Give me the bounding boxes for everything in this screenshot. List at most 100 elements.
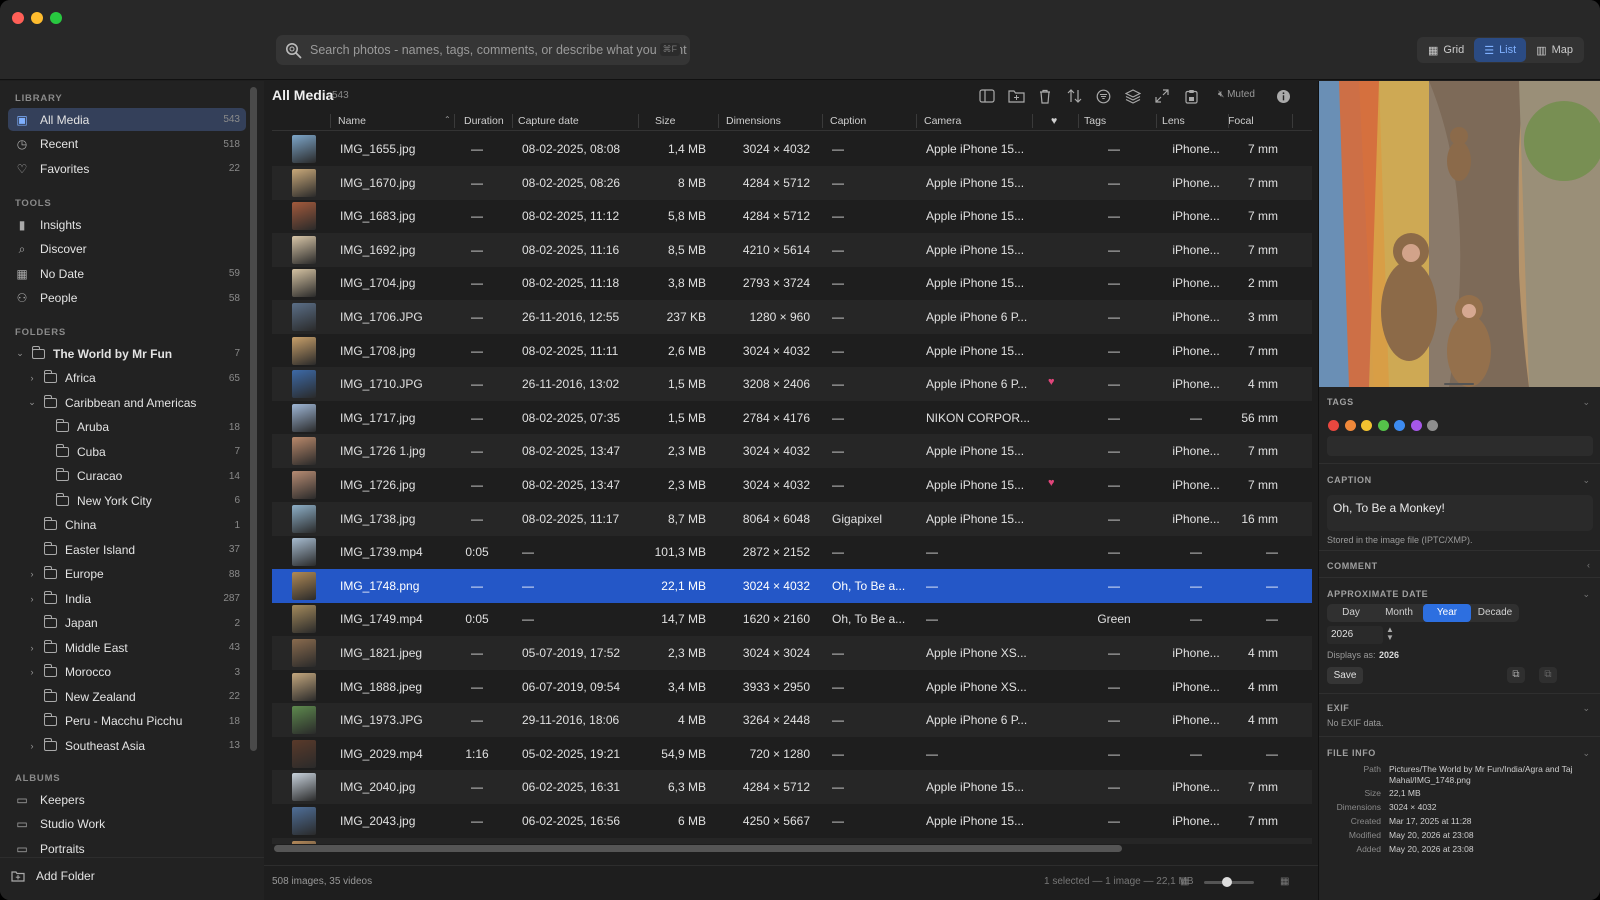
table-row[interactable]: IMG_1655.jpg — 08-02-2025, 08:08 1,4 MB 3024… [272,132,1312,166]
folder-item-middle-east[interactable]: › Middle East 43 [8,636,246,659]
sidebar-item-portraits[interactable]: ▭ Portraits [8,837,246,860]
table-row[interactable]: IMG_1749.mp4 0:05 — 14,7 MB 1620 × 2160 Oh, T… [272,602,1312,636]
add-folder-button[interactable]: Add Folder [4,864,242,887]
filter-icon[interactable] [1094,87,1112,105]
table-row[interactable]: IMG_2040.jpg — 06-02-2025, 16:31 6,3 MB 4284… [272,770,1312,805]
search-field[interactable]: Search photos - names, tags, comments, o… [276,35,690,65]
list-density-icon[interactable]: ▦ [1180,876,1189,887]
copy-date-icon[interactable]: ⧉ [1507,667,1525,683]
tag-color-swatch[interactable] [1410,420,1422,431]
sidebar-item-no-date[interactable]: ▦ No Date 59 [8,262,246,285]
tag-color-swatch[interactable] [1344,420,1356,431]
sidebar-item-favorites[interactable]: ♡ Favorites 22 [8,157,246,180]
column-header-tags[interactable]: Tags [1084,115,1106,127]
tag-color-swatch[interactable] [1328,420,1339,431]
table-row[interactable]: IMG_1710.JPG — 26-11-2016, 13:02 1,5 MB 3208… [272,367,1312,402]
sidebar-toggle-icon[interactable] [978,87,996,105]
table-row[interactable]: IMG_1692.jpg — 08-02-2025, 11:16 8,5 MB 4210… [272,232,1312,267]
paste-date-icon[interactable]: ⧉ [1539,667,1557,683]
stack-icon[interactable] [1124,87,1142,105]
column-separator[interactable] [638,114,639,128]
sidebar-item-studio-work[interactable]: ▭ Studio Work [8,813,246,836]
table-row[interactable]: IMG_1717.jpg — 08-02-2025, 07:35 1,5 MB 2784… [272,401,1312,435]
sidebar-scrollbar[interactable] [250,87,257,751]
table-row[interactable]: IMG_1708.jpg — 08-02-2025, 11:11 2,6 MB 3024… [272,334,1312,368]
clipboard-icon[interactable] [1182,87,1200,105]
folder-item-india[interactable]: › India 287 [8,587,246,610]
folder-item-japan[interactable]: Japan 2 [8,612,246,635]
column-header-lens[interactable]: Lens [1162,115,1185,127]
table-row[interactable]: IMG_1726.jpg — 08-02-2025, 13:47 2,3 MB 3024… [272,468,1312,502]
column-separator[interactable] [454,114,455,128]
table-row[interactable]: IMG_2043.jpg — 06-02-2025, 16:56 6 MB 4250 ×… [272,804,1312,838]
folder-item-new-york-city[interactable]: New York City 6 [8,489,246,512]
chevron-right-icon[interactable]: › [26,594,38,604]
column-header-name[interactable]: Name [338,115,366,127]
info-icon[interactable] [1274,87,1292,105]
folder-item-aruba[interactable]: Aruba 18 [8,416,246,439]
column-header-size[interactable]: Size [655,115,675,127]
view-mode-list-button[interactable]: ☰ List [1474,38,1527,62]
sidebar-item-recent[interactable]: ◷ Recent 518 [8,133,246,156]
column-header-camera[interactable]: Camera [924,115,961,127]
approx-date-chevron-icon[interactable]: ⌄ [1582,589,1590,600]
file-info-chevron-icon[interactable]: ⌄ [1582,748,1590,759]
column-separator[interactable] [822,114,823,128]
column-separator[interactable] [1156,114,1157,128]
chevron-down-icon[interactable]: ⌄ [14,348,26,359]
folder-item-cuba[interactable]: Cuba 7 [8,440,246,463]
new-folder-icon[interactable] [1007,87,1025,105]
tags-chevron-icon[interactable]: ⌄ [1582,397,1590,408]
date-mode-day-button[interactable]: Day [1327,604,1375,622]
table-row[interactable]: IMG_1726 1.jpg — 08-02-2025, 13:47 2,3 MB 30… [272,434,1312,469]
zoom-window-button[interactable] [50,12,62,24]
column-separator[interactable] [718,114,719,128]
tag-color-swatch[interactable] [1361,420,1372,431]
column-header-duration[interactable]: Duration [464,115,504,127]
mute-toggle[interactable]: 🔇︎ Muted [1218,89,1255,100]
sidebar-item-keepers[interactable]: ▭ Keepers [8,788,246,811]
caption-field[interactable]: Oh, To Be a Monkey! [1327,495,1593,531]
table-row[interactable]: IMG_1670.jpg — 08-02-2025, 08:26 8 MB 4284 ×… [272,165,1312,200]
date-mode-decade-button[interactable]: Decade [1471,604,1519,622]
column-header-capture-date[interactable]: Capture date [518,115,579,127]
table-row[interactable]: IMG_2029.mp4 1:16 05-02-2025, 19:21 54,9 MB… [272,737,1312,771]
trash-icon[interactable] [1036,87,1054,105]
exif-chevron-icon[interactable]: ⌄ [1582,703,1590,714]
table-row[interactable]: IMG_1973.JPG — 29-11-2016, 18:06 4 MB 3264 ×… [272,703,1312,738]
table-row[interactable]: IMG_2056.jpg—06-02-2025, 16:564 MB2959 ×… [272,837,1312,844]
table-horizontal-scrollbar[interactable] [274,845,1122,852]
column-header-focal[interactable]: Focal [1228,115,1254,127]
preview-resize-handle[interactable] [1444,383,1474,385]
column-separator[interactable] [1032,114,1033,128]
folder-item-new-zealand[interactable]: New Zealand 22 [8,685,246,708]
column-separator[interactable] [916,114,917,128]
sidebar-item-insights[interactable]: ▮ Insights [8,213,246,236]
table-row[interactable]: IMG_1888.jpeg — 06-07-2019, 09:54 3,4 MB 393… [272,670,1312,704]
table-row[interactable]: IMG_1739.mp4 0:05 — 101,3 MB 2872 × 2152 — — — —… [272,535,1312,569]
sort-ascending-icon[interactable]: ⌃ [444,115,451,124]
folder-item-china[interactable]: China 1 [8,514,246,537]
date-mode-month-button[interactable]: Month [1375,604,1423,622]
view-mode-grid-button[interactable]: ▦ Grid [1418,38,1474,62]
minimize-window-button[interactable] [31,12,43,24]
save-date-button[interactable]: Save [1327,667,1363,684]
caption-chevron-icon[interactable]: ⌄ [1582,475,1590,486]
year-input[interactable]: 2026 [1327,626,1383,644]
table-row[interactable]: IMG_1738.jpg — 08-02-2025, 11:17 8,7 MB 8064… [272,501,1312,536]
table-row[interactable]: IMG_1704.jpg — 08-02-2025, 11:18 3,8 MB 2793… [272,266,1312,300]
table-row[interactable]: IMG_1821.jpeg — 05-07-2019, 17:52 2,3 MB 302… [272,636,1312,670]
view-mode-map-button[interactable]: ▥ Map [1526,38,1583,62]
year-stepper[interactable]: ▲ ▼ [1386,626,1394,642]
table-row[interactable]: IMG_1706.JPG — 26-11-2016, 12:55 237 KB 1280… [272,300,1312,334]
zoom-slider[interactable] [1204,877,1254,887]
column-separator[interactable] [1292,114,1293,128]
chevron-down-icon[interactable]: ⌄ [26,397,38,408]
tag-color-swatch[interactable] [1394,420,1405,431]
column-header-dimensions[interactable]: Dimensions [726,115,781,127]
sort-icon[interactable] [1065,87,1083,105]
folder-item-africa[interactable]: › Africa 65 [8,367,246,390]
folder-item-easter-island[interactable]: Easter Island 37 [8,538,246,561]
column-header-favorite[interactable]: ♥ [1051,115,1057,127]
folder-item-caribbean-and-americas[interactable]: ⌄ Caribbean and Americas [8,391,246,414]
